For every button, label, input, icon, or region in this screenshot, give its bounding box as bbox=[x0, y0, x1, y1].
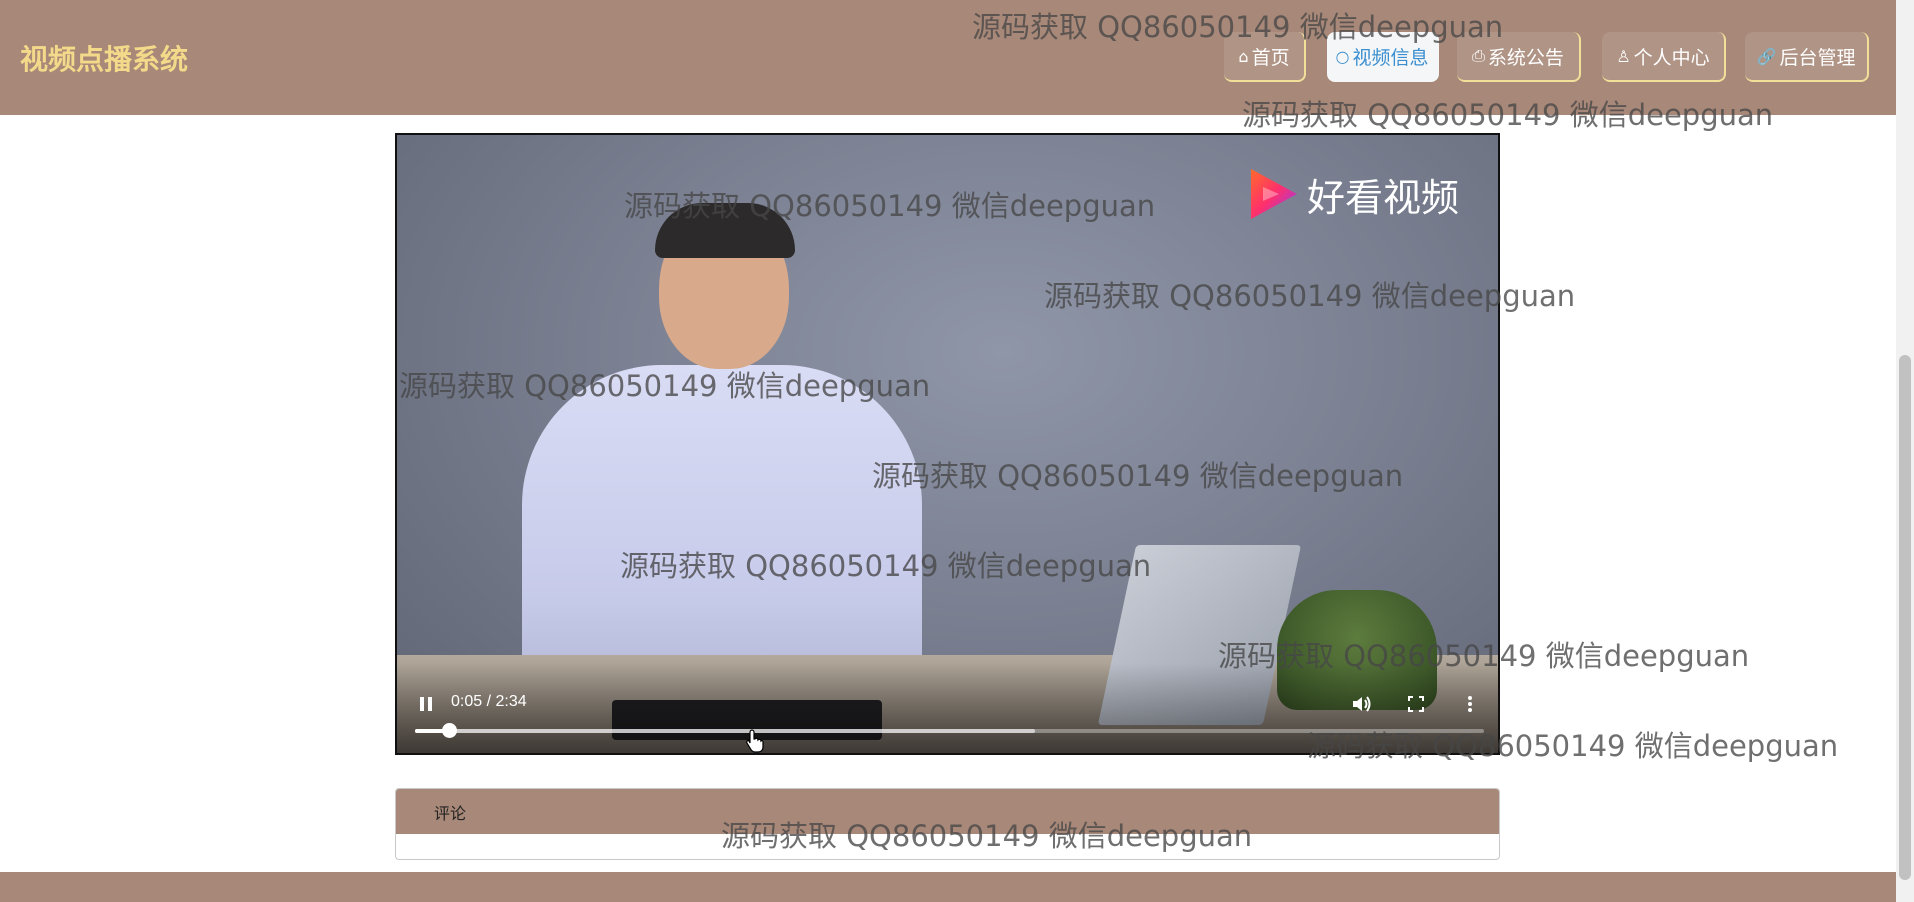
nav-admin[interactable]: 🔗 后台管理 bbox=[1745, 32, 1869, 82]
page-scrollbar[interactable] bbox=[1896, 0, 1914, 902]
link-icon: 🔗 bbox=[1756, 46, 1777, 66]
time-display: 0:05 / 2:34 bbox=[451, 693, 527, 710]
nav-video-info[interactable]: ○ 视频信息 bbox=[1327, 32, 1439, 82]
presenter-hair bbox=[655, 203, 795, 258]
home-icon: ⌂ bbox=[1238, 46, 1249, 66]
comments-panel: 评论 bbox=[395, 788, 1500, 860]
more-vertical-icon[interactable] bbox=[1455, 689, 1485, 719]
nav-personal-center[interactable]: ♙ 个人中心 bbox=[1602, 32, 1726, 82]
progress-buffered bbox=[415, 729, 1036, 733]
nav-admin-label: 后台管理 bbox=[1779, 46, 1856, 69]
nav-home[interactable]: ⌂ 首页 bbox=[1224, 32, 1306, 82]
page-footer bbox=[0, 872, 1896, 902]
comments-title: 评论 bbox=[434, 803, 467, 823]
pause-icon[interactable] bbox=[413, 691, 439, 717]
nav-video-info-label: 视频信息 bbox=[1352, 46, 1429, 69]
volume-icon[interactable] bbox=[1347, 689, 1377, 719]
site-brand[interactable]: 视频点播系统 bbox=[20, 38, 188, 78]
nav-announcements[interactable]: ⎙ 系统公告 bbox=[1457, 32, 1581, 82]
presenter-body bbox=[522, 365, 922, 695]
nav-home-label: 首页 bbox=[1251, 46, 1290, 69]
video-player[interactable]: 好看视频 0:05 / 2:34 bbox=[395, 133, 1500, 755]
printer-icon: ⎙ bbox=[1472, 46, 1485, 65]
video-frame bbox=[397, 135, 1498, 753]
circle-icon: ○ bbox=[1335, 46, 1350, 66]
comments-header: 评论 bbox=[396, 789, 1499, 834]
fullscreen-icon[interactable] bbox=[1401, 689, 1431, 719]
nav-announcements-label: 系统公告 bbox=[1487, 46, 1564, 69]
nav-personal-center-label: 个人中心 bbox=[1633, 46, 1710, 69]
user-icon: ♙ bbox=[1616, 46, 1631, 66]
top-header: 视频点播系统 ⌂ 首页 ○ 视频信息 ⎙ 系统公告 ♙ 个人中心 🔗 后台管理 bbox=[0, 0, 1896, 115]
hand-cursor-icon bbox=[746, 729, 764, 753]
haokan-play-icon bbox=[1251, 169, 1297, 219]
scrollbar-thumb[interactable] bbox=[1899, 355, 1911, 880]
haokan-logo-text: 好看视频 bbox=[1307, 175, 1460, 220]
haokan-logo: 好看视频 bbox=[1247, 165, 1459, 223]
progress-bar[interactable] bbox=[415, 723, 1484, 738]
controls-bar bbox=[397, 663, 1498, 753]
